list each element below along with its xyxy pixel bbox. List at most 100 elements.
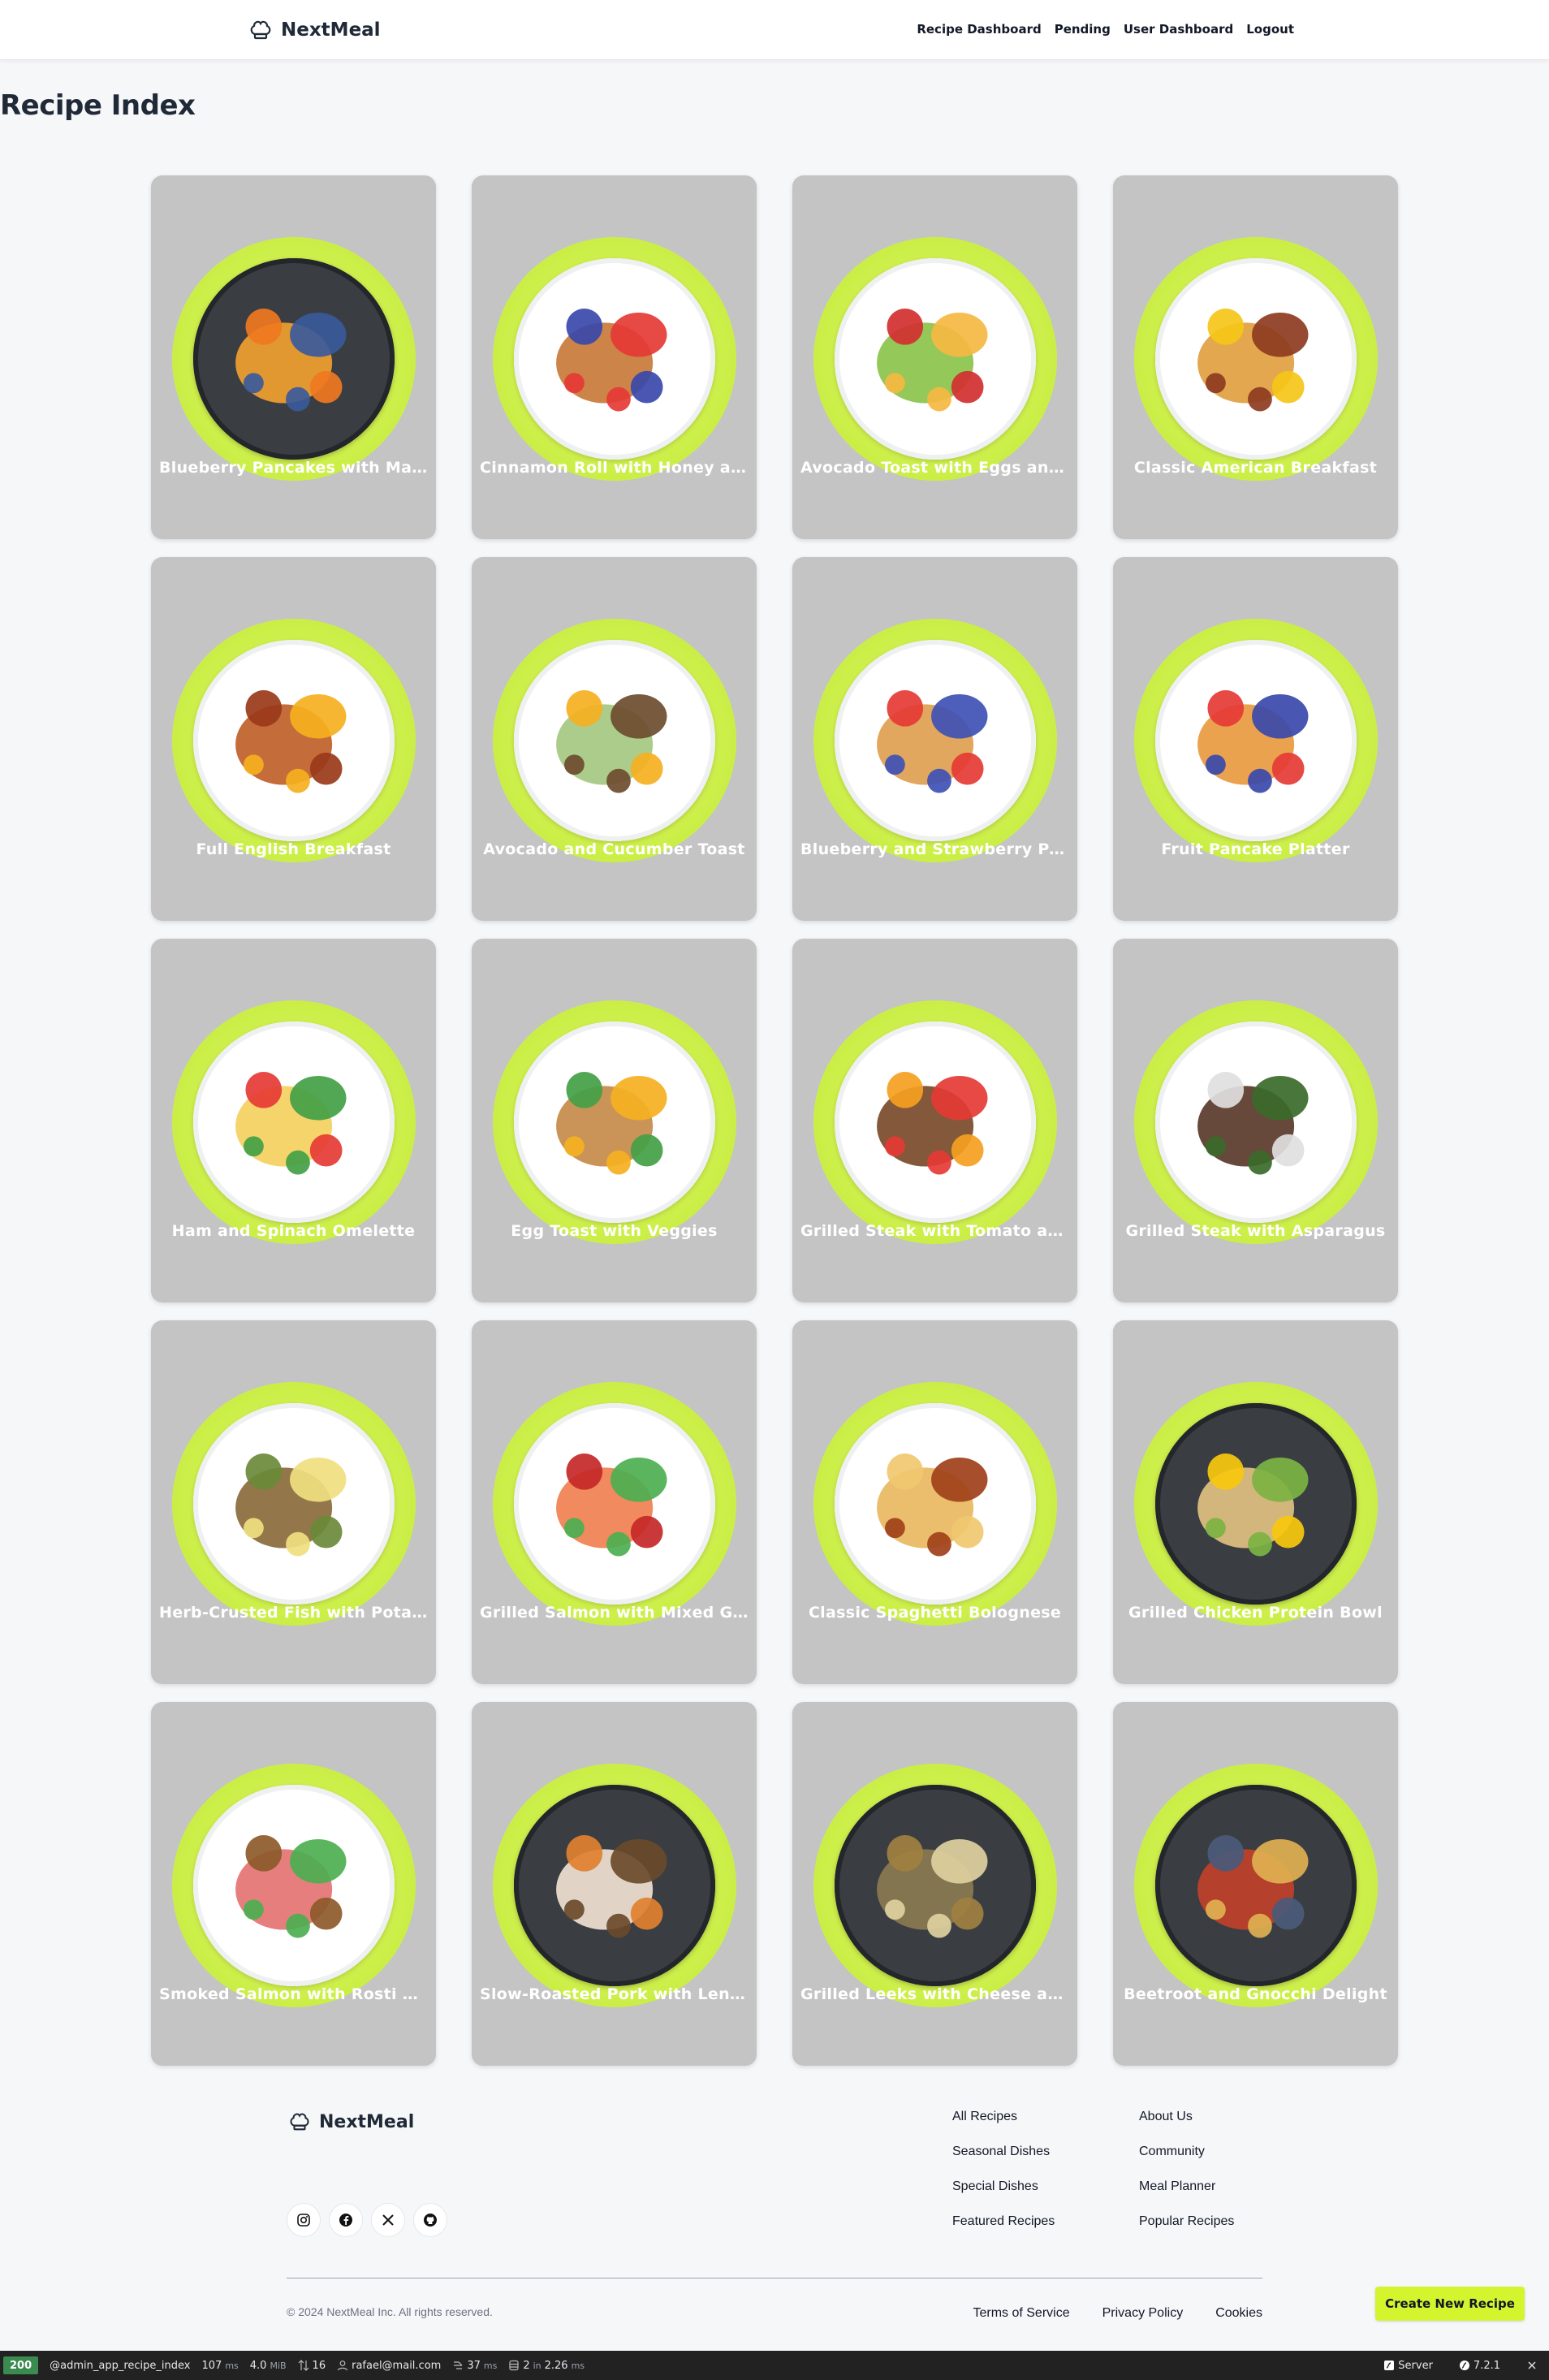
- nav-recipe-dashboard[interactable]: Recipe Dashboard: [917, 19, 1041, 39]
- social-links: [287, 2203, 447, 2237]
- recipe-title: Grilled Salmon with Mixed Gr…: [480, 1604, 749, 1622]
- recipe-card[interactable]: Ham and Spinach Omelette: [151, 939, 436, 1302]
- image-ring: [172, 1000, 416, 1244]
- image-ring: [813, 237, 1057, 481]
- food-illustration: [1197, 309, 1309, 412]
- recipe-image: [835, 640, 1036, 841]
- image-ring: [813, 1382, 1057, 1626]
- food-illustration: [235, 1835, 347, 1938]
- footer-link-all-recipes[interactable]: All Recipes: [952, 2110, 1055, 2124]
- legal-cookies-link[interactable]: Cookies: [1215, 2306, 1262, 2321]
- brand-logo[interactable]: NextMeal: [248, 15, 381, 45]
- user-info[interactable]: rafael@mail.com: [337, 2360, 441, 2372]
- image-ring: [172, 1382, 416, 1626]
- arrows-icon: [298, 2360, 309, 2371]
- memory-usage[interactable]: 4.0 MiB: [250, 2360, 287, 2372]
- database-queries[interactable]: 2 in 2.26 ms: [508, 2360, 585, 2372]
- route-name[interactable]: @admin_app_recipe_index: [50, 2360, 190, 2372]
- image-ring: [493, 1764, 736, 2007]
- x-icon: [382, 2214, 394, 2226]
- footer-link-featured-recipes[interactable]: Featured Recipes: [952, 2214, 1055, 2229]
- status-badge[interactable]: 200: [3, 2356, 39, 2374]
- legal-terms-link[interactable]: Terms of Service: [973, 2306, 1069, 2321]
- footer-link-community[interactable]: Community: [1139, 2145, 1234, 2159]
- recipe-card[interactable]: Classic American Breakfast: [1113, 175, 1398, 539]
- footer-links-recipes: All Recipes Seasonal Dishes Special Dish…: [952, 2110, 1055, 2229]
- recipe-card[interactable]: Fruit Pancake Platter: [1113, 557, 1398, 921]
- legal-privacy-link[interactable]: Privacy Policy: [1102, 2306, 1184, 2321]
- recipe-card[interactable]: Grilled Chicken Protein Bowl: [1113, 1320, 1398, 1684]
- listeners-time[interactable]: 37 ms: [452, 2360, 497, 2372]
- image-ring: [813, 1764, 1057, 2007]
- x-button[interactable]: [371, 2203, 405, 2237]
- recipe-title: Blueberry and Strawberry Pa…: [800, 840, 1069, 858]
- recipe-title: Smoked Salmon with Rosti an…: [159, 1985, 428, 2003]
- symfony-icon: [1384, 2361, 1395, 2370]
- recipe-card[interactable]: Smoked Salmon with Rosti an…: [151, 1702, 436, 2066]
- recipe-card[interactable]: Avocado and Cucumber Toast: [472, 557, 757, 921]
- recipe-title: Avocado Toast with Eggs and…: [800, 459, 1069, 477]
- food-illustration: [877, 309, 988, 412]
- recipe-card[interactable]: Beetroot and Gnocchi Delight: [1113, 1702, 1398, 2066]
- nav-pending[interactable]: Pending: [1055, 19, 1111, 39]
- facebook-icon: [339, 2214, 352, 2227]
- recipe-image: [1155, 1022, 1357, 1223]
- request-time[interactable]: 107 ms: [201, 2360, 238, 2372]
- nav-logout[interactable]: Logout: [1246, 19, 1294, 39]
- food-illustration: [877, 1835, 988, 1938]
- recipe-title: Grilled Chicken Protein Bowl: [1128, 1604, 1383, 1622]
- recipe-title: Grilled Steak with Tomato an…: [800, 1222, 1069, 1240]
- image-ring: [1134, 1000, 1378, 1244]
- recipe-image: [193, 640, 395, 841]
- recipe-title: Fruit Pancake Platter: [1161, 840, 1350, 858]
- recipe-card[interactable]: Full English Breakfast: [151, 557, 436, 921]
- user-icon: [338, 2361, 348, 2371]
- github-button[interactable]: [413, 2203, 447, 2237]
- recipe-card[interactable]: Grilled Steak with Asparagus: [1113, 939, 1398, 1302]
- recipe-card[interactable]: Blueberry and Strawberry Pa…: [792, 557, 1077, 921]
- footer-link-meal-planner[interactable]: Meal Planner: [1139, 2179, 1234, 2194]
- recipe-card[interactable]: Avocado Toast with Eggs and…: [792, 175, 1077, 539]
- food-illustration: [1197, 1835, 1309, 1938]
- recipe-card[interactable]: Slow-Roasted Pork with Lentils: [472, 1702, 757, 2066]
- recipe-card[interactable]: Grilled Leeks with Cheese an…: [792, 1702, 1077, 2066]
- events-count[interactable]: 16: [298, 2360, 326, 2372]
- recipe-image: [1155, 1785, 1357, 1986]
- footer-brand[interactable]: NextMeal: [288, 2110, 414, 2133]
- recipe-image: [835, 1403, 1036, 1605]
- recipe-card[interactable]: Classic Spaghetti Bolognese: [792, 1320, 1077, 1684]
- recipe-card[interactable]: Cinnamon Roll with Honey an…: [472, 175, 757, 539]
- footer-link-popular-recipes[interactable]: Popular Recipes: [1139, 2214, 1234, 2229]
- recipe-image: [193, 1403, 395, 1605]
- create-new-recipe-button[interactable]: Create New Recipe: [1375, 2287, 1525, 2321]
- symfony-version[interactable]: 7.2.1: [1459, 2360, 1500, 2372]
- recipe-grid: Blueberry Pancakes with Man… Cinnamon Rol…: [151, 175, 1398, 2066]
- recipe-card[interactable]: Herb-Crusted Fish with Potat…: [151, 1320, 436, 1684]
- food-illustration: [1197, 1072, 1309, 1175]
- facebook-button[interactable]: [329, 2203, 363, 2237]
- recipe-title: Ham and Spinach Omelette: [171, 1222, 416, 1240]
- recipe-title: Classic American Breakfast: [1133, 459, 1378, 477]
- recipe-card[interactable]: Egg Toast with Veggies: [472, 939, 757, 1302]
- instagram-button[interactable]: [287, 2203, 321, 2237]
- close-toolbar[interactable]: [1526, 2360, 1538, 2371]
- nav-user-dashboard[interactable]: User Dashboard: [1124, 19, 1233, 39]
- listener-icon: [454, 2361, 463, 2369]
- recipe-card[interactable]: Grilled Salmon with Mixed Gr…: [472, 1320, 757, 1684]
- recipe-card[interactable]: Blueberry Pancakes with Man…: [151, 175, 436, 539]
- image-ring: [1134, 619, 1378, 862]
- copyright: © 2024 NextMeal Inc. All rights reserved…: [287, 2305, 493, 2318]
- recipe-image: [193, 1785, 395, 1986]
- recipe-card[interactable]: Grilled Steak with Tomato an…: [792, 939, 1077, 1302]
- footer-link-about-us[interactable]: About Us: [1139, 2110, 1234, 2124]
- server-info[interactable]: Server: [1383, 2360, 1433, 2372]
- footer-link-special-dishes[interactable]: Special Dishes: [952, 2179, 1055, 2194]
- recipe-image: [514, 1403, 715, 1605]
- recipe-title: Cinnamon Roll with Honey an…: [480, 459, 749, 477]
- image-ring: [813, 1000, 1057, 1244]
- recipe-image: [1155, 258, 1357, 460]
- footer-link-seasonal-dishes[interactable]: Seasonal Dishes: [952, 2145, 1055, 2159]
- symfony-logo-icon: [1459, 2361, 1469, 2370]
- image-ring: [172, 1764, 416, 2007]
- chef-hat-icon: [250, 20, 271, 40]
